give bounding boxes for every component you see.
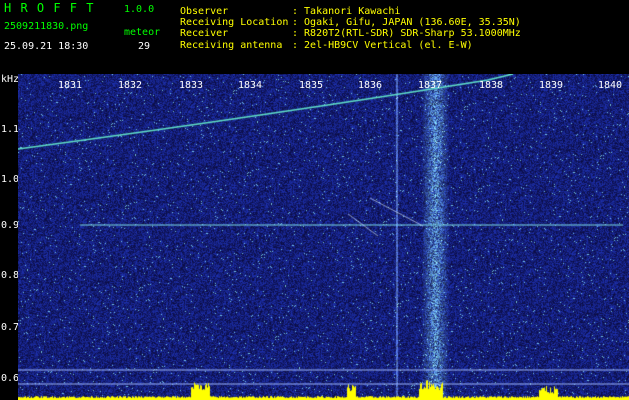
x-tick-label: 1831 — [58, 80, 83, 91]
x-tick-label: 1836 — [358, 80, 383, 91]
info-value-antenna: : 2el-HB9CV Vertical (el. E-W) — [292, 40, 473, 51]
x-tick-label: 1835 — [299, 80, 324, 91]
time-axis: 1831 1832 1833 1834 1835 1836 1837 1838 … — [18, 76, 629, 91]
file-name: 2509211830.png — [4, 21, 89, 32]
y-tick-label: 1.0 — [1, 174, 20, 185]
x-tick-label: 1839 — [539, 80, 564, 91]
info-key-location: Receiving Location — [180, 17, 289, 28]
info-key-receiver: Receiver — [180, 28, 229, 39]
x-tick-label: 1840 — [598, 80, 623, 91]
file-datetime: 25.09.21 18:30 — [4, 41, 89, 52]
info-key-antenna: Receiving antenna — [180, 40, 283, 51]
y-axis-unit: kHz — [1, 74, 20, 85]
y-tick-label: 1.1 — [1, 124, 20, 135]
spectrogram-canvas — [18, 74, 629, 400]
meteor-label: meteor — [124, 27, 161, 38]
y-tick-label: 0.7 — [1, 322, 20, 333]
header-panel: H R O F F T 1.0.0 2509211830.png meteor … — [0, 0, 629, 74]
info-value-receiver: : R820T2(RTL-SDR) SDR-Sharp 53.1000MHz — [292, 28, 521, 39]
frequency-axis: kHz 1.1 1.0 0.9 0.8 0.7 0.6 — [0, 74, 20, 400]
info-key-observer: Observer — [180, 6, 229, 17]
x-tick-label: 1838 — [479, 80, 504, 91]
app-version: 1.0.0 — [124, 4, 155, 15]
x-tick-label: 1833 — [179, 80, 204, 91]
meteor-count: 29 — [138, 41, 151, 52]
spectrogram-panel — [18, 74, 629, 400]
x-tick-label: 1837 — [418, 80, 443, 91]
x-tick-label: 1834 — [238, 80, 263, 91]
info-value-location: : Ogaki, Gifu, JAPAN (136.60E, 35.35N) — [292, 17, 521, 28]
x-tick-label: 1832 — [118, 80, 143, 91]
y-tick-label: 0.6 — [1, 373, 20, 384]
y-tick-label: 0.8 — [1, 270, 20, 281]
y-tick-label: 0.9 — [1, 220, 20, 231]
info-value-observer: : Takanori Kawachi — [292, 6, 401, 17]
app-title: H R O F F T — [4, 1, 95, 15]
